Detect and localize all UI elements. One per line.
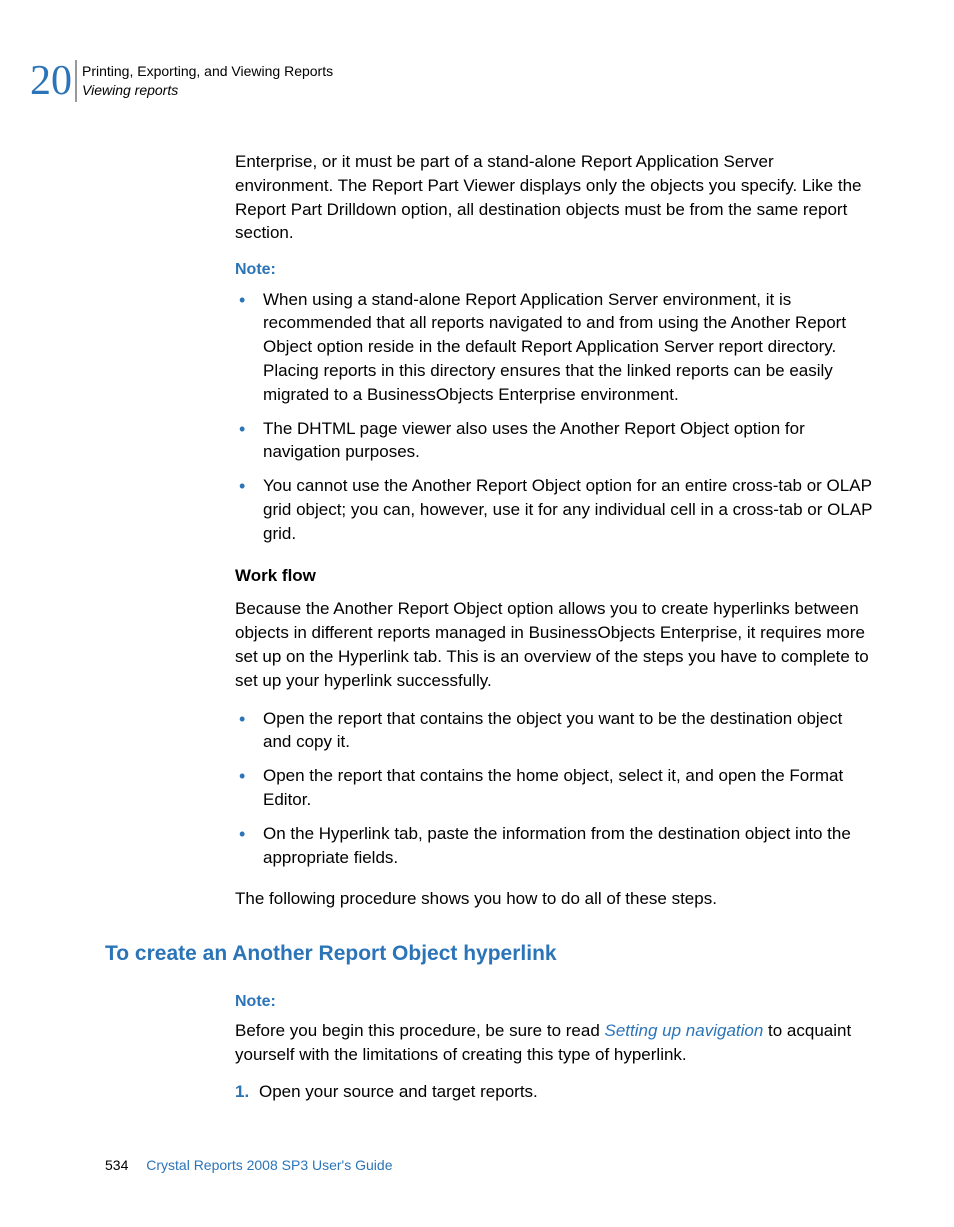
list-item: Open the report that contains the home o… [235, 764, 875, 812]
workflow-bullet-list: Open the report that contains the object… [235, 707, 875, 870]
chapter-title: Printing, Exporting, and Viewing Reports [82, 62, 333, 81]
step-text: Open your source and target reports. [259, 1082, 538, 1101]
workflow-heading: Work flow [235, 564, 875, 588]
header-text-block: Printing, Exporting, and Viewing Reports… [82, 62, 333, 100]
setting-up-navigation-link[interactable]: Setting up navigation [605, 1021, 764, 1040]
page-footer: 534 Crystal Reports 2008 SP3 User's Guid… [105, 1157, 392, 1173]
workflow-intro: Because the Another Report Object option… [235, 597, 875, 692]
note-label: Note: [235, 991, 875, 1013]
list-item: On the Hyperlink tab, paste the informat… [235, 822, 875, 870]
page-number: 534 [105, 1157, 128, 1173]
step-item: 1. Open your source and target reports. [235, 1080, 875, 1104]
list-item: Open the report that contains the object… [235, 707, 875, 755]
page-header: 20 Printing, Exporting, and Viewing Repo… [30, 60, 333, 102]
chapter-subtitle: Viewing reports [82, 81, 333, 100]
note-bullet-list: When using a stand-alone Report Applicat… [235, 288, 875, 546]
note2-before: Before you begin this procedure, be sure… [235, 1021, 605, 1040]
chapter-number: 20 [30, 60, 72, 102]
guide-title: Crystal Reports 2008 SP3 User's Guide [146, 1157, 392, 1173]
intro-paragraph: Enterprise, or it must be part of a stan… [235, 150, 875, 245]
step-number: 1. [235, 1080, 249, 1104]
workflow-outro: The following procedure shows you how to… [235, 887, 875, 911]
header-divider [75, 60, 77, 102]
main-content: Enterprise, or it must be part of a stan… [235, 150, 875, 1112]
list-item: You cannot use the Another Report Object… [235, 474, 875, 545]
list-item: The DHTML page viewer also uses the Anot… [235, 417, 875, 465]
section-heading: To create an Another Report Object hyper… [105, 939, 875, 968]
list-item: When using a stand-alone Report Applicat… [235, 288, 875, 407]
numbered-steps: 1. Open your source and target reports. [235, 1080, 875, 1104]
note-label: Note: [235, 259, 875, 281]
note2-paragraph: Before you begin this procedure, be sure… [235, 1019, 875, 1067]
